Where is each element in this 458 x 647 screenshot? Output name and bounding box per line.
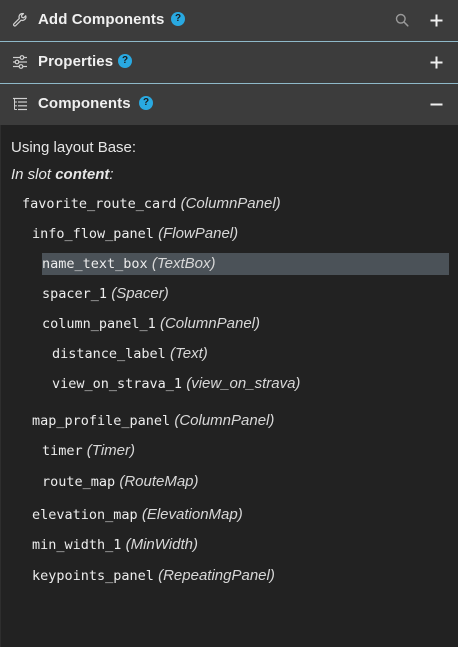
component-name: column_panel_1 xyxy=(42,316,156,332)
wrench-icon xyxy=(12,12,28,28)
tree-item[interactable]: keypoints_panel (RepeatingPanel) xyxy=(32,565,275,587)
component-type: (Text) xyxy=(165,345,208,362)
component-type: (view_on_strava) xyxy=(182,375,301,392)
component-name: favorite_route_card xyxy=(22,196,177,212)
component-name: spacer_1 xyxy=(42,286,108,302)
tree-item[interactable]: elevation_map (ElevationMap) xyxy=(32,504,243,526)
sliders-icon xyxy=(12,54,28,70)
tree-list-icon xyxy=(12,96,28,112)
component-type: (FlowPanel) xyxy=(153,225,239,242)
help-icon[interactable]: ? xyxy=(171,12,185,26)
component-name: name_text_box xyxy=(42,256,148,272)
plus-icon[interactable] xyxy=(430,14,443,27)
tree-item[interactable]: route_map (RouteMap) xyxy=(42,471,199,493)
search-icon[interactable] xyxy=(395,13,409,27)
add-components-header[interactable]: Add Components ? xyxy=(0,0,458,41)
layout-label: Using layout Base: xyxy=(11,139,137,156)
component-name: keypoints_panel xyxy=(32,568,154,584)
help-icon[interactable]: ? xyxy=(118,54,132,68)
plus-icon[interactable] xyxy=(430,56,443,69)
tree-item[interactable]: favorite_route_card (ColumnPanel) xyxy=(22,193,281,215)
tree-item[interactable]: column_panel_1 (ColumnPanel) xyxy=(42,313,260,335)
add-components-title: Add Components xyxy=(38,11,165,28)
component-type: (ElevationMap) xyxy=(137,506,243,523)
component-type: (RouteMap) xyxy=(115,473,199,490)
slot-prefix: In slot xyxy=(11,166,56,183)
component-type: (TextBox) xyxy=(147,255,216,272)
component-type: (Timer) xyxy=(82,442,135,459)
properties-header[interactable]: Properties ? xyxy=(0,42,458,83)
component-name: min_width_1 xyxy=(32,537,122,553)
tree-item[interactable]: info_flow_panel (FlowPanel) xyxy=(32,223,238,245)
component-name: view_on_strava_1 xyxy=(52,376,183,392)
component-name: map_profile_panel xyxy=(32,413,171,429)
component-type: (ColumnPanel) xyxy=(155,315,261,332)
component-type: (ColumnPanel) xyxy=(170,412,275,429)
tree-item[interactable]: distance_label (Text) xyxy=(52,343,208,365)
slot-name: content xyxy=(55,166,110,183)
component-name: route_map xyxy=(42,474,116,490)
tree-item[interactable]: view_on_strava_1 (view_on_strava) xyxy=(52,373,300,395)
help-icon[interactable]: ? xyxy=(139,96,153,110)
tree-item[interactable]: spacer_1 (Spacer) xyxy=(42,283,169,305)
tree-item[interactable]: timer (Timer) xyxy=(42,440,135,462)
components-header[interactable]: Components ? xyxy=(0,84,458,125)
tree-item[interactable]: map_profile_panel (ColumnPanel) xyxy=(32,410,274,432)
properties-title: Properties xyxy=(38,53,114,70)
tree-item[interactable]: min_width_1 (MinWidth) xyxy=(32,534,198,556)
component-name: elevation_map xyxy=(32,507,138,523)
component-type: (Spacer) xyxy=(107,285,169,302)
component-name: info_flow_panel xyxy=(32,226,154,242)
components-panel-body: Using layout Base: In slot content: favo… xyxy=(0,125,458,647)
component-type: (ColumnPanel) xyxy=(176,195,281,212)
minus-icon[interactable] xyxy=(430,98,443,111)
component-name: distance_label xyxy=(52,346,166,362)
component-type: (RepeatingPanel) xyxy=(153,567,275,584)
component-type: (MinWidth) xyxy=(121,536,198,553)
slot-label: In slot content: xyxy=(11,166,114,183)
tree-item[interactable]: name_text_box (TextBox) xyxy=(42,253,449,275)
component-name: timer xyxy=(42,443,83,459)
slot-suffix: : xyxy=(109,166,114,183)
components-title: Components xyxy=(38,95,131,112)
